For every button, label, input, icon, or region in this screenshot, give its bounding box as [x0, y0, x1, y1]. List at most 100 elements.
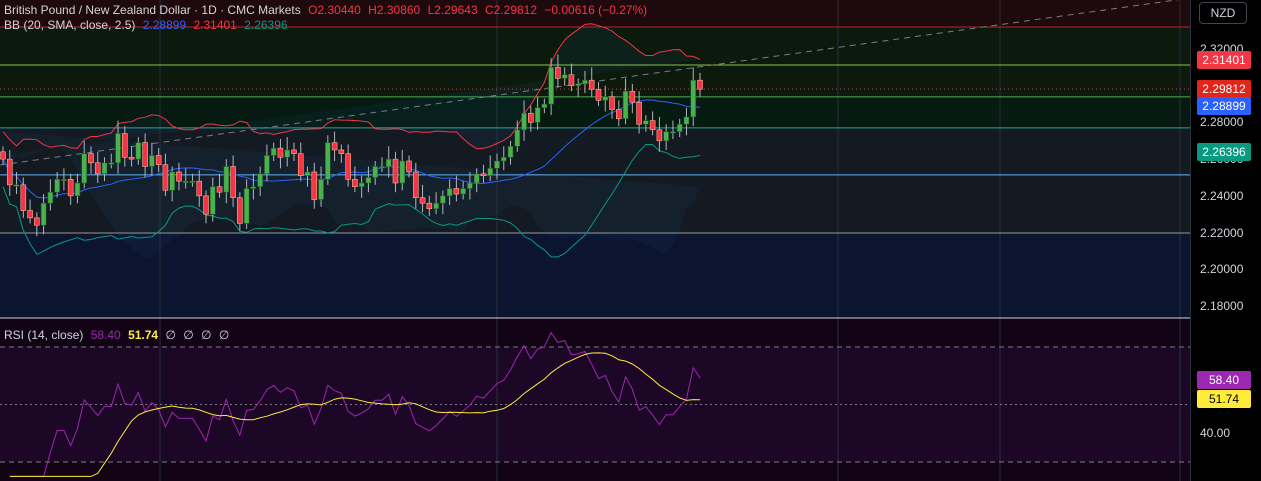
rsi-label: RSI (14, close)	[4, 328, 84, 342]
rsi-tag: 51.74	[1197, 390, 1251, 409]
candle-down	[568, 74, 575, 87]
candle-down	[155, 155, 162, 165]
candle-up	[108, 162, 115, 165]
candle-up	[81, 153, 88, 184]
candle-up	[690, 79, 697, 118]
candle-down	[122, 133, 128, 158]
candle-up	[514, 129, 521, 147]
candle-up	[602, 96, 609, 101]
candle-up	[264, 155, 270, 175]
price-tick: 2.18000	[1200, 299, 1244, 313]
candle-down	[216, 186, 223, 193]
candle-up	[676, 123, 683, 132]
candle-up	[318, 179, 324, 200]
candle-down	[237, 197, 243, 224]
bb-basis-value: 2.28899	[142, 18, 187, 32]
candle-up	[500, 157, 507, 162]
candle-up	[643, 120, 649, 125]
candle-up	[54, 179, 60, 193]
candle-up	[270, 147, 277, 156]
candle-down	[480, 173, 487, 176]
zone-band	[0, 96, 1190, 128]
candle-down	[27, 210, 33, 219]
candle-up	[487, 168, 494, 176]
candle-down	[392, 158, 399, 184]
candle-up	[561, 74, 568, 79]
candle-up	[670, 131, 676, 134]
rsi-extra: ∅	[183, 328, 194, 342]
bb-lower-value: 2.26396	[244, 18, 288, 32]
candle-down	[142, 142, 148, 167]
candle-up	[209, 186, 216, 215]
candle-down	[67, 179, 74, 197]
candle-up	[541, 103, 548, 109]
candle-down	[528, 112, 534, 123]
candle-up	[467, 182, 473, 189]
price-tick: 2.28000	[1200, 115, 1244, 130]
candle-down	[406, 160, 412, 173]
ohlc-low: L2.29643	[427, 3, 478, 17]
candle-down	[128, 157, 135, 160]
candle-up	[149, 155, 155, 167]
candle-up	[223, 166, 230, 193]
rsi-extra: ∅	[165, 328, 176, 342]
candle-up	[460, 188, 466, 195]
rsi-value: 58.40	[90, 328, 121, 342]
candle-up	[101, 162, 108, 175]
candle-up	[622, 90, 629, 120]
candle-down	[595, 89, 602, 101]
candle-up	[135, 142, 142, 160]
candle-up	[507, 145, 514, 158]
candle-up	[169, 171, 175, 191]
candle-down	[311, 171, 318, 200]
candle-down	[412, 171, 419, 198]
candle-down	[20, 184, 27, 211]
candle-up	[74, 182, 81, 197]
rsi-ma-value: 51.74	[128, 328, 159, 342]
candle-up	[243, 188, 250, 224]
currency-button[interactable]: NZD	[1199, 2, 1247, 24]
candle-up	[189, 180, 196, 183]
bb-label: BB (20, SMA, close, 2.5)	[4, 18, 136, 32]
candle-down	[0, 151, 6, 160]
candle-up	[582, 79, 588, 85]
candle-up	[473, 173, 480, 184]
candle-down	[88, 153, 94, 164]
price-axis[interactable]: NZD 2.320002.280002.260002.240002.220002…	[1190, 0, 1261, 481]
candle-down	[277, 147, 284, 158]
candle-down	[176, 171, 182, 182]
price-tag: 2.26396	[1197, 142, 1251, 161]
candle-down	[352, 179, 358, 187]
candle-down	[649, 120, 656, 131]
price-tick: 2.22000	[1200, 225, 1244, 240]
candle-up	[446, 188, 453, 197]
ohlc-close: C2.29812	[484, 3, 538, 17]
candle-down	[697, 79, 703, 90]
candle-up	[250, 186, 257, 189]
symbol-title[interactable]: British Pound / New Zealand Dollar · 1D …	[4, 3, 301, 17]
chart-canvas[interactable]	[0, 0, 1190, 481]
bb-upper-value: 2.31401	[193, 18, 237, 32]
candle-up	[534, 107, 541, 123]
symbol-legend: British Pound / New Zealand Dollar · 1D …	[4, 3, 651, 17]
candle-down	[588, 79, 595, 90]
candle-down	[6, 158, 13, 186]
candle-down	[34, 217, 40, 226]
candle-up	[358, 182, 365, 187]
zone-band	[0, 232, 1190, 318]
price-tick: 2.20000	[1200, 262, 1244, 277]
candle-up	[379, 166, 385, 169]
rsi-tick: 40.00	[1200, 426, 1231, 441]
candle-down	[615, 109, 622, 120]
candle-down	[636, 101, 642, 125]
candle-down	[345, 153, 351, 180]
bb-legend[interactable]: BB (20, SMA, close, 2.5) 2.28899 2.31401…	[4, 18, 292, 32]
rsi-legend[interactable]: RSI (14, close) 58.40 51.74 ∅ ∅ ∅ ∅	[4, 328, 233, 342]
candle-up	[284, 149, 291, 158]
candle-up	[663, 131, 669, 142]
price-tag: 2.29812	[1197, 80, 1251, 99]
candle-down	[338, 149, 345, 154]
price-tag: 2.31401	[1197, 50, 1251, 69]
candle-up	[182, 180, 189, 183]
candle-up	[548, 67, 554, 105]
